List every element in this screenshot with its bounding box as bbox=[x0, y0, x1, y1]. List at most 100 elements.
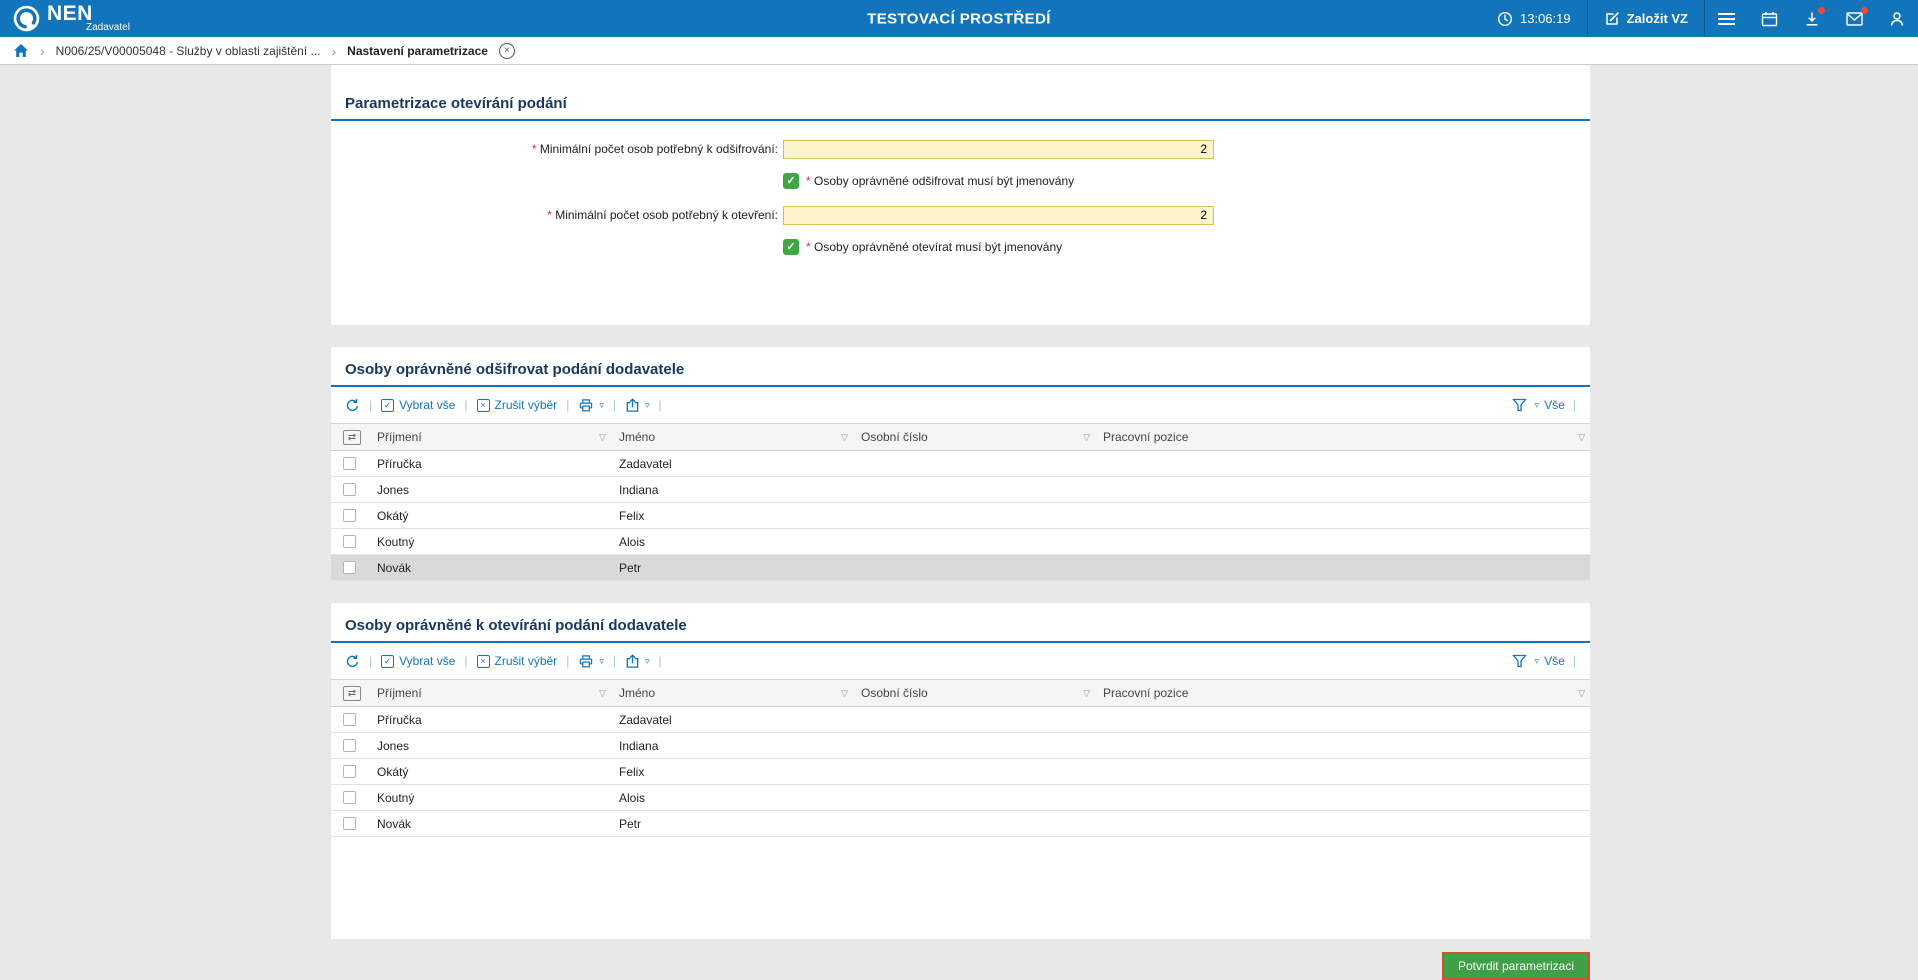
toolbar-separator: | bbox=[613, 654, 616, 668]
filter-button[interactable] bbox=[1512, 654, 1527, 668]
row-checkbox[interactable] bbox=[343, 535, 356, 548]
confirm-parametrization-button[interactable]: Potvrdit parametrizaci bbox=[1442, 952, 1590, 980]
cell-personal-number bbox=[853, 759, 1095, 785]
column-header-position[interactable]: Pracovní pozice ▽ bbox=[1095, 680, 1590, 707]
print-button[interactable]: ▿ bbox=[578, 654, 604, 669]
column-settings-icon[interactable]: ⇄ bbox=[343, 686, 361, 701]
column-header-surname[interactable]: Příjmení ▽ bbox=[369, 424, 611, 451]
clear-selection-icon: × bbox=[477, 399, 490, 412]
column-filter-icon[interactable]: ▽ bbox=[841, 432, 848, 443]
row-checkbox[interactable] bbox=[343, 561, 356, 574]
table-row[interactable]: Příručka Zadavatel bbox=[331, 707, 1590, 733]
column-filter-icon[interactable]: ▽ bbox=[599, 432, 606, 443]
downloads-button[interactable] bbox=[1791, 0, 1833, 37]
cell-position bbox=[1095, 811, 1590, 837]
column-header-firstname[interactable]: Jméno ▽ bbox=[611, 680, 853, 707]
open-named-label-text: Osoby oprávněné otevírat musí být jmenov… bbox=[814, 240, 1062, 254]
toolbar-right-group: ▿ Vše | bbox=[1512, 398, 1576, 412]
column-header-surname[interactable]: Příjmení ▽ bbox=[369, 680, 611, 707]
cell-firstname: Alois bbox=[611, 529, 853, 555]
open-table-toolbar: | ✓ Vybrat vše | × Zrušit výběr | bbox=[331, 643, 1590, 679]
column-filter-icon[interactable]: ▽ bbox=[1578, 432, 1585, 443]
select-all-button[interactable]: ✓ Vybrat vše bbox=[381, 654, 455, 668]
column-header-personal-number[interactable]: Osobní číslo ▽ bbox=[853, 424, 1095, 451]
table-row[interactable]: Okátý Felix bbox=[331, 759, 1590, 785]
table-row[interactable]: Okátý Felix bbox=[331, 503, 1590, 529]
decrypt-count-input[interactable] bbox=[783, 140, 1214, 159]
column-header-select[interactable]: ⇄ bbox=[331, 680, 369, 707]
cell-position bbox=[1095, 503, 1590, 529]
row-checkbox[interactable] bbox=[343, 765, 356, 778]
required-mark: * bbox=[532, 142, 537, 156]
toolbar-separator: | bbox=[369, 398, 372, 412]
filter-button[interactable] bbox=[1512, 398, 1527, 412]
view-all-button[interactable]: ▿ Vše bbox=[1535, 398, 1565, 412]
clear-selection-button[interactable]: × Zrušit výběr bbox=[477, 654, 558, 668]
open-count-row: * Minimální počet osob potřebný k otevře… bbox=[331, 203, 1590, 227]
refresh-button[interactable] bbox=[345, 654, 360, 669]
decrypt-named-label-text: Osoby oprávněné odšifrovat musí být jmen… bbox=[814, 174, 1074, 188]
breadcrumb-procurement-link[interactable]: N006/25/V00005048 - Služby v oblasti zaj… bbox=[56, 44, 321, 58]
table-row[interactable]: Jones Indiana bbox=[331, 733, 1590, 759]
clear-selection-button[interactable]: × Zrušit výběr bbox=[477, 398, 558, 412]
export-button[interactable]: ▿ bbox=[625, 654, 650, 669]
table-row[interactable]: Jones Indiana bbox=[331, 477, 1590, 503]
view-all-button[interactable]: ▿ Vše bbox=[1535, 654, 1565, 668]
column-filter-icon[interactable]: ▽ bbox=[841, 688, 848, 699]
cell-firstname: Petr bbox=[611, 555, 853, 581]
cell-personal-number bbox=[853, 503, 1095, 529]
table-header-row: ⇄ Příjmení ▽ Jméno ▽ Osobní číslo ▽ bbox=[331, 680, 1590, 707]
table-row[interactable]: Novák Petr bbox=[331, 811, 1590, 837]
print-button[interactable]: ▿ bbox=[578, 398, 604, 413]
column-header-select[interactable]: ⇄ bbox=[331, 424, 369, 451]
close-page-icon[interactable]: × bbox=[499, 43, 515, 59]
home-button[interactable] bbox=[13, 43, 29, 58]
toolbar-separator: | bbox=[566, 398, 569, 412]
row-checkbox[interactable] bbox=[343, 739, 356, 752]
row-checkbox[interactable] bbox=[343, 791, 356, 804]
column-header-position[interactable]: Pracovní pozice ▽ bbox=[1095, 424, 1590, 451]
cell-personal-number bbox=[853, 707, 1095, 733]
open-persons-card: Osoby oprávněné k otevírání podání dodav… bbox=[331, 603, 1590, 939]
required-mark: * bbox=[547, 208, 552, 222]
table-row[interactable]: Koutný Alois bbox=[331, 785, 1590, 811]
mail-icon bbox=[1846, 12, 1863, 26]
row-checkbox[interactable] bbox=[343, 817, 356, 830]
column-header-personal-number[interactable]: Osobní číslo ▽ bbox=[853, 680, 1095, 707]
column-filter-icon[interactable]: ▽ bbox=[1578, 688, 1585, 699]
table-row[interactable]: Koutný Alois bbox=[331, 529, 1590, 555]
column-filter-icon[interactable]: ▽ bbox=[1083, 432, 1090, 443]
row-checkbox[interactable] bbox=[343, 713, 356, 726]
messages-button[interactable] bbox=[1833, 0, 1876, 37]
calendar-button[interactable] bbox=[1748, 0, 1791, 37]
nen-brand[interactable]: NEN Zadavatel bbox=[13, 5, 130, 33]
column-label: Osobní číslo bbox=[861, 430, 928, 444]
open-count-input[interactable] bbox=[783, 206, 1214, 225]
cell-firstname: Zadavatel bbox=[611, 707, 853, 733]
export-button[interactable]: ▿ bbox=[625, 398, 650, 413]
cell-personal-number bbox=[853, 733, 1095, 759]
decrypt-named-checkbox[interactable]: ✓ bbox=[783, 173, 799, 189]
table-row-selected[interactable]: Novák Petr bbox=[331, 555, 1590, 581]
open-named-checkbox[interactable]: ✓ bbox=[783, 239, 799, 255]
main-menu-button[interactable] bbox=[1705, 0, 1748, 37]
profile-button[interactable] bbox=[1876, 0, 1918, 37]
clear-selection-label: Zrušit výběr bbox=[495, 654, 558, 668]
row-checkbox[interactable] bbox=[343, 483, 356, 496]
open-persons-table: ⇄ Příjmení ▽ Jméno ▽ Osobní číslo ▽ bbox=[331, 679, 1590, 837]
row-checkbox[interactable] bbox=[343, 457, 356, 470]
cell-position bbox=[1095, 451, 1590, 477]
row-checkbox[interactable] bbox=[343, 509, 356, 522]
table-row[interactable]: Příručka Zadavatel bbox=[331, 451, 1590, 477]
cell-surname: Koutný bbox=[369, 785, 611, 811]
column-filter-icon[interactable]: ▽ bbox=[599, 688, 606, 699]
decrypt-named-label: * Osoby oprávněné odšifrovat musí být jm… bbox=[806, 174, 1074, 188]
create-vz-button[interactable]: Založit VZ bbox=[1588, 11, 1704, 27]
breadcrumb-current-page: Nastavení parametrizace bbox=[347, 44, 488, 58]
column-filter-icon[interactable]: ▽ bbox=[1083, 688, 1090, 699]
refresh-button[interactable] bbox=[345, 398, 360, 413]
column-header-firstname[interactable]: Jméno ▽ bbox=[611, 424, 853, 451]
select-all-button[interactable]: ✓ Vybrat vše bbox=[381, 398, 455, 412]
column-settings-icon[interactable]: ⇄ bbox=[343, 430, 361, 445]
clock: 13:06:19 bbox=[1481, 11, 1587, 27]
